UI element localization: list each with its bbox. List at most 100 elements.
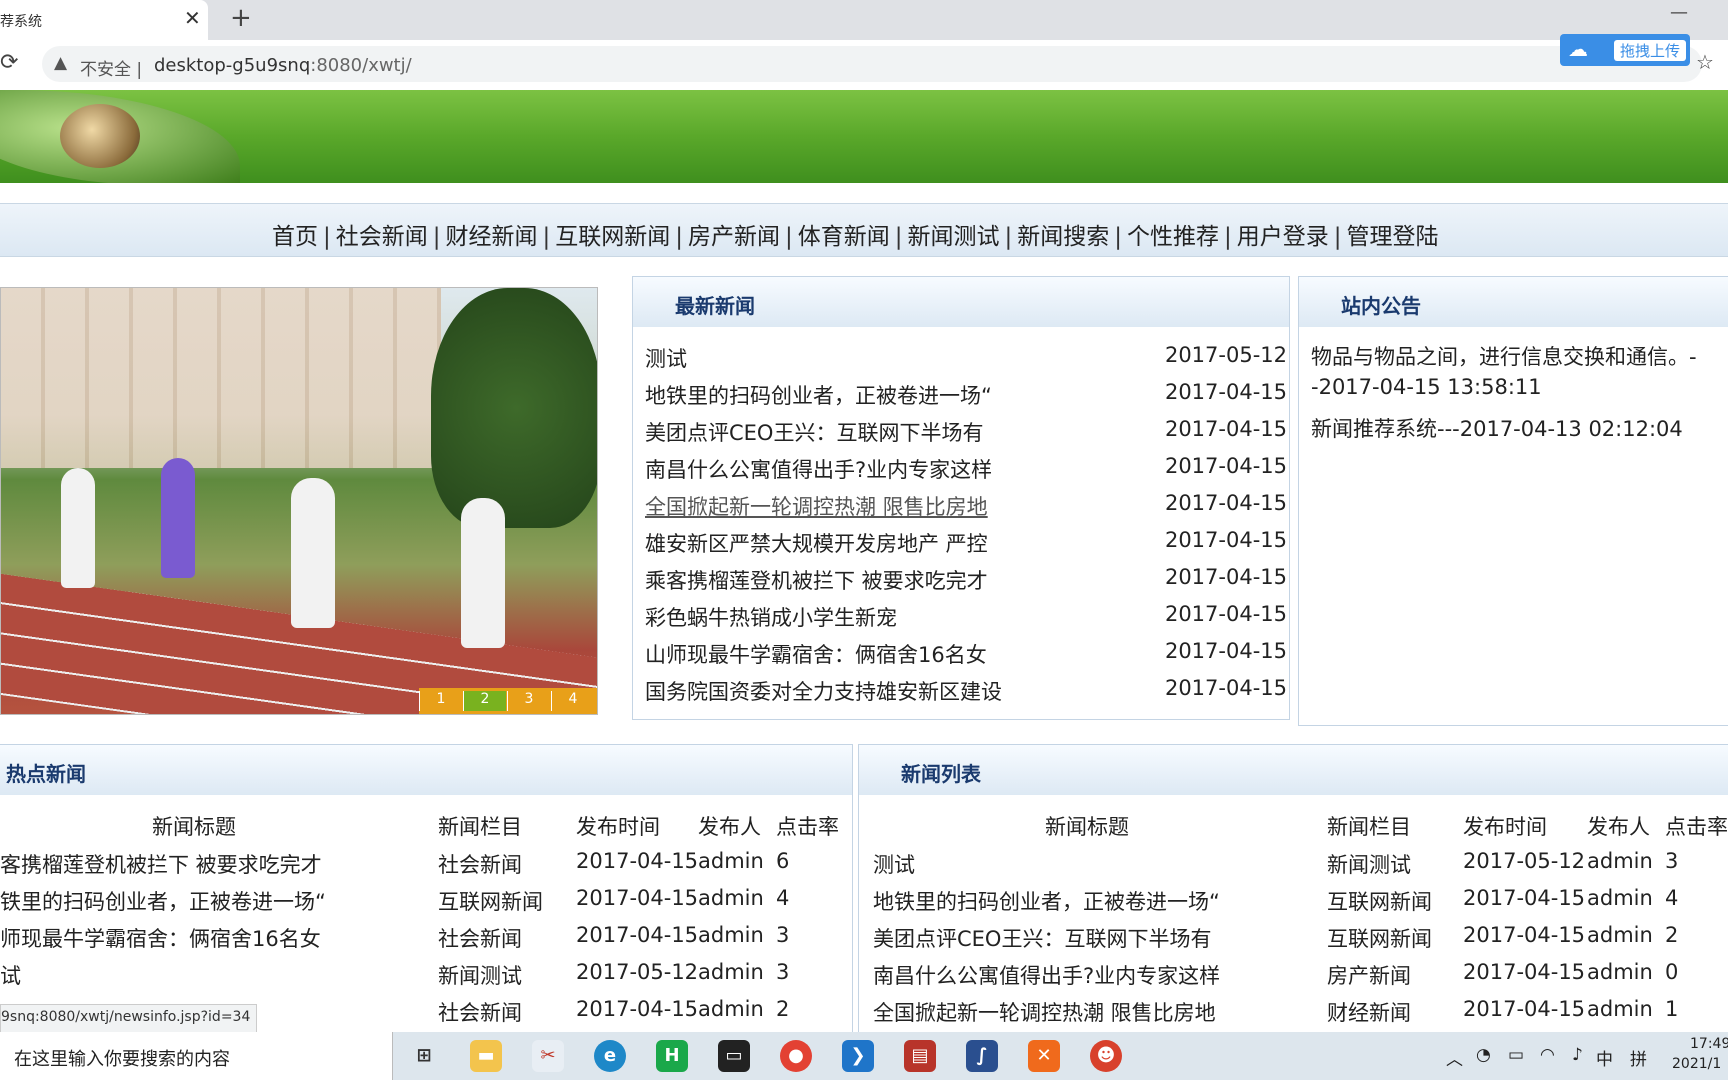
- news-title-link[interactable]: 山师现最牛学霸宿舍：俩宿舍16名女: [645, 639, 987, 669]
- table-header: 发布时间: [1463, 815, 1547, 839]
- list-item[interactable]: 美团点评CEO王兴：互联网下半场有 2017-04-15: [633, 417, 1289, 453]
- file-explorer-icon[interactable]: ▬: [470, 1040, 502, 1072]
- slider-page-button[interactable]: 3: [507, 691, 550, 711]
- news-title-link[interactable]: 雄安新区严禁大规模开发房地产 严控: [645, 528, 988, 558]
- table-cell-title[interactable]: 全国掀起新一轮调控热潮 限售比房地: [873, 997, 1216, 1027]
- table-cell-title[interactable]: 南昌什么公寓值得出手?业内专家这样: [873, 960, 1220, 990]
- list-item[interactable]: 雄安新区严禁大规模开发房地产 严控 2017-04-15: [633, 528, 1289, 564]
- table-cell-title[interactable]: 师现最牛学霸宿舍：俩宿舍16名女: [0, 923, 321, 953]
- table-cell-title[interactable]: 地铁里的扫码创业者，正被卷进一场“: [873, 886, 1220, 916]
- panel-header: 站内公告: [1299, 277, 1728, 327]
- hbuilder-icon[interactable]: H: [656, 1040, 688, 1072]
- list-item[interactable]: 山师现最牛学霸宿舍：俩宿舍16名女 2017-04-15: [633, 639, 1289, 675]
- list-item[interactable]: 彩色蜗牛热销成小学生新宠 2017-04-15: [633, 602, 1289, 638]
- nav-link[interactable]: 管理登陆: [1347, 224, 1439, 250]
- nav-separator: |: [894, 224, 903, 250]
- book-icon[interactable]: ▤: [904, 1040, 936, 1072]
- image-slider[interactable]: 1234: [0, 287, 598, 715]
- url-text[interactable]: desktop-g5u9snq:8080/xwtj/: [154, 55, 412, 76]
- nav-link[interactable]: 体育新闻: [798, 224, 890, 250]
- tray-chevron-icon[interactable]: ︿: [1446, 1045, 1463, 1070]
- warning-icon[interactable]: ▲: [54, 53, 67, 73]
- table-header: 新闻标题: [1045, 815, 1129, 839]
- navicat-icon[interactable]: ☻: [1090, 1040, 1122, 1072]
- news-title-link[interactable]: 全国掀起新一轮调控热潮 限售比房地: [645, 491, 988, 521]
- network-icon[interactable]: ◔: [1476, 1045, 1491, 1065]
- tree: [431, 288, 597, 528]
- vscode-icon[interactable]: ❯: [842, 1040, 874, 1072]
- table-cell: 2017-04-15: [576, 997, 699, 1021]
- list-item[interactable]: 测试 2017-05-12: [633, 343, 1289, 379]
- edge-icon[interactable]: e: [594, 1040, 626, 1072]
- browser-toolbar: ⟳ ▲ 不安全 | desktop-g5u9snq:8080/xwtj/ ☆: [0, 40, 1728, 91]
- chrome-icon[interactable]: ●: [780, 1040, 812, 1072]
- table-header: 发布时间: [576, 815, 660, 839]
- reload-icon[interactable]: ⟳: [0, 50, 18, 75]
- wifi-icon[interactable]: ◠: [1540, 1045, 1555, 1065]
- xampp-icon[interactable]: ✕: [1028, 1040, 1060, 1072]
- news-title-link[interactable]: 南昌什么公寓值得出手?业内专家这样: [645, 454, 992, 484]
- close-icon[interactable]: ✕: [184, 6, 201, 30]
- clock-time[interactable]: 17:49: [1690, 1036, 1728, 1052]
- snipping-tool-icon[interactable]: ✂: [532, 1040, 564, 1072]
- news-date: 2017-04-15: [1164, 639, 1287, 663]
- nav-link[interactable]: 个性推荐: [1127, 224, 1219, 250]
- nav-link[interactable]: 新闻测试: [908, 224, 1000, 250]
- table-header: 点击率: [776, 815, 839, 839]
- news-title-link[interactable]: 国务院国资委对全力支持雄安新区建设: [645, 676, 1002, 706]
- nav-link[interactable]: 社会新闻: [336, 224, 428, 250]
- list-item[interactable]: 乘客携榴莲登机被拦下 被要求吃完才 2017-04-15: [633, 565, 1289, 601]
- address-bar[interactable]: ▲ 不安全 | desktop-g5u9snq:8080/xwtj/: [42, 46, 1702, 82]
- nav-link[interactable]: 首页: [272, 224, 318, 250]
- table-cell-title[interactable]: 美团点评CEO王兴：互联网下半场有: [873, 923, 1211, 953]
- news-date: 2017-04-15: [1164, 528, 1287, 552]
- clock-date[interactable]: 2021/1: [1672, 1056, 1721, 1072]
- news-list-panel: 新闻列表 新闻标题 新闻栏目 发布时间 发布人 点击率 测试 新闻测试 2017-05-12 a…: [858, 744, 1728, 1046]
- slider-page-button[interactable]: 2: [463, 691, 506, 711]
- ime-mode[interactable]: 中: [1596, 1045, 1613, 1070]
- search-input[interactable]: 在这里输入你要搜索的内容: [14, 1045, 230, 1071]
- news-title-link[interactable]: 测试: [645, 343, 687, 373]
- news-title-link[interactable]: 美团点评CEO王兴：互联网下半场有: [645, 417, 983, 447]
- terminal-icon[interactable]: ▭: [718, 1040, 750, 1072]
- news-date: 2017-04-15: [1164, 491, 1287, 515]
- nav-link[interactable]: 用户登录: [1237, 224, 1329, 250]
- list-item[interactable]: 地铁里的扫码创业者，正被卷进一场“ 2017-04-15: [633, 380, 1289, 416]
- list-item[interactable]: 国务院国资委对全力支持雄安新区建设 2017-04-15: [633, 676, 1289, 712]
- table-cell: 3: [1665, 849, 1679, 873]
- news-title-link[interactable]: 地铁里的扫码创业者，正被卷进一场“: [645, 380, 992, 410]
- table-cell-title[interactable]: 铁里的扫码创业者，正被卷进一场“: [0, 886, 326, 916]
- upload-button[interactable]: ☁ 拖拽上传: [1560, 34, 1690, 66]
- nav-link[interactable]: 房产新闻: [688, 224, 780, 250]
- browser-tab[interactable]: 荐系统 ✕: [0, 0, 208, 40]
- list-item[interactable]: 南昌什么公寓值得出手?业内专家这样 2017-04-15: [633, 454, 1289, 490]
- table-cell: 房产新闻: [1327, 964, 1411, 988]
- table-cell-title[interactable]: 试: [0, 960, 21, 990]
- nav-separator: |: [1224, 224, 1232, 250]
- table-cell-title[interactable]: 客携榴莲登机被拦下 被要求吃完才: [0, 849, 322, 879]
- minimize-icon[interactable]: —: [1670, 2, 1688, 23]
- slider-page-button[interactable]: 4: [551, 691, 594, 711]
- news-title-link[interactable]: 彩色蜗牛热销成小学生新宠: [645, 602, 897, 632]
- nav-separator: |: [432, 224, 441, 250]
- table-cell: 1: [1665, 997, 1679, 1021]
- taskbar-search[interactable]: 在这里输入你要搜索的内容: [0, 1032, 393, 1080]
- table-cell-title[interactable]: 测试: [873, 849, 915, 879]
- eclipse-icon[interactable]: ∫: [966, 1040, 998, 1072]
- list-item[interactable]: 全国掀起新一轮调控热潮 限售比房地 2017-04-15: [633, 491, 1289, 527]
- new-tab-icon[interactable]: +: [230, 3, 252, 33]
- ime-pinyin[interactable]: 拼: [1630, 1045, 1647, 1070]
- runner: [291, 478, 335, 628]
- nav-link[interactable]: 新闻搜索: [1017, 224, 1109, 250]
- table-cell: 2017-04-15: [1463, 997, 1586, 1021]
- slider-page-button[interactable]: 1: [419, 691, 462, 711]
- notice-panel: 站内公告 物品与物品之间，进行信息交换和通信。- -2017-04-15 13:…: [1298, 276, 1728, 726]
- nav-link[interactable]: 互联网新闻: [555, 224, 670, 250]
- news-title-link[interactable]: 乘客携榴莲登机被拦下 被要求吃完才: [645, 565, 988, 595]
- battery-icon[interactable]: ▭: [1508, 1045, 1524, 1065]
- task-view-icon[interactable]: ⊞: [408, 1040, 440, 1072]
- bookmark-star-icon[interactable]: ☆: [1696, 50, 1714, 74]
- volume-icon[interactable]: ♪: [1572, 1045, 1583, 1065]
- news-date: 2017-04-15: [1164, 380, 1287, 404]
- nav-link[interactable]: 财经新闻: [446, 224, 538, 250]
